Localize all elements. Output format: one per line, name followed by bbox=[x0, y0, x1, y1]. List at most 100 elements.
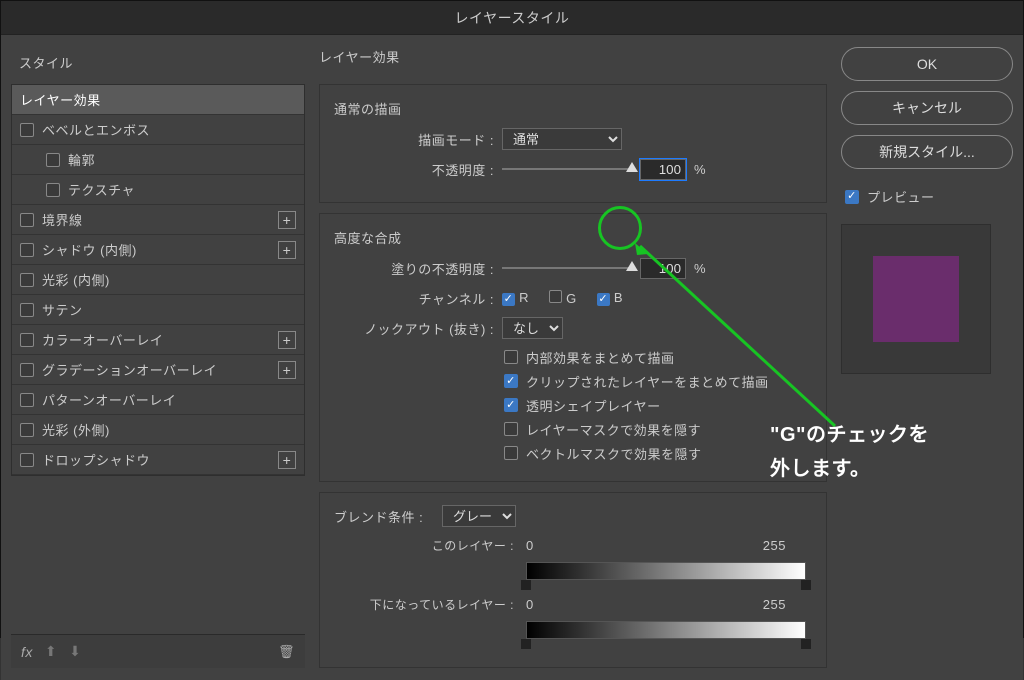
left-column: スタイル レイヤー効果ベベルとエンボス輪郭テクスチャ境界線 + シャドウ (内側) +… bbox=[11, 47, 305, 668]
channel-r-checkbox[interactable] bbox=[502, 293, 515, 306]
blendif-label: ブレンド条件 : bbox=[334, 507, 434, 526]
this-layer-gradient[interactable] bbox=[526, 562, 806, 580]
style-label: シャドウ (内側) bbox=[42, 240, 137, 259]
style-checkbox[interactable] bbox=[20, 243, 34, 257]
style-checkbox[interactable] bbox=[46, 153, 60, 167]
add-effect-button[interactable]: + bbox=[278, 241, 296, 259]
add-effect-button[interactable]: + bbox=[278, 451, 296, 469]
knockout-label: ノックアウト (抜き) : bbox=[334, 319, 494, 338]
add-effect-button[interactable]: + bbox=[278, 211, 296, 229]
preview-label: プレビュー bbox=[867, 187, 935, 206]
under-white-value: 255 bbox=[763, 597, 786, 612]
middle-column: レイヤー効果 通常の描画 描画モード : 通常 不透明度 : % 高度な合成 bbox=[319, 47, 827, 668]
adv5-checkbox[interactable] bbox=[504, 446, 518, 460]
style-row[interactable]: サテン bbox=[12, 295, 304, 325]
channel-g-label: G bbox=[566, 291, 577, 306]
opacity-label: 不透明度 : bbox=[334, 160, 494, 179]
style-row[interactable]: シャドウ (内側) + bbox=[12, 235, 304, 265]
adv5-label: ベクトルマスクで効果を隠す bbox=[526, 444, 702, 463]
this-layer-label: このレイヤー : bbox=[334, 537, 514, 554]
dialog-content: スタイル レイヤー効果ベベルとエンボス輪郭テクスチャ境界線 + シャドウ (内側) +… bbox=[1, 35, 1023, 680]
style-row[interactable]: 境界線 + bbox=[12, 205, 304, 235]
style-checkbox[interactable] bbox=[20, 453, 34, 467]
adv3-checkbox[interactable] bbox=[504, 398, 518, 412]
style-label: 光彩 (内側) bbox=[42, 270, 110, 289]
style-checkbox[interactable] bbox=[20, 213, 34, 227]
preview-row: プレビュー bbox=[841, 187, 1013, 206]
style-label: 境界線 bbox=[42, 210, 83, 229]
new-style-button[interactable]: 新規スタイル... bbox=[841, 135, 1013, 169]
style-row[interactable]: グラデーションオーバーレイ + bbox=[12, 355, 304, 385]
style-row[interactable]: レイヤー効果 bbox=[12, 85, 304, 115]
style-row[interactable]: カラーオーバーレイ + bbox=[12, 325, 304, 355]
adv-check-row: ベクトルマスクで効果を隠す bbox=[334, 441, 812, 465]
under-layer-gradient[interactable] bbox=[526, 621, 806, 639]
style-row[interactable]: ドロップシャドウ+ bbox=[12, 445, 304, 475]
under-layer-markers[interactable] bbox=[526, 639, 806, 651]
styles-list: レイヤー効果ベベルとエンボス輪郭テクスチャ境界線 + シャドウ (内側) + 光彩 (内… bbox=[11, 84, 305, 476]
fill-opacity-slider[interactable] bbox=[502, 263, 632, 273]
adv2-label: クリップされたレイヤーをまとめて描画 bbox=[526, 372, 769, 391]
up-arrow-icon[interactable]: ⬆ bbox=[45, 643, 57, 660]
opacity-slider[interactable] bbox=[502, 164, 632, 174]
adv-check-row: 透明シェイプレイヤー bbox=[334, 393, 812, 417]
layer-style-dialog: レイヤースタイル スタイル レイヤー効果ベベルとエンボス輪郭テクスチャ境界線+シ… bbox=[0, 0, 1024, 638]
preview-checkbox[interactable] bbox=[845, 190, 859, 204]
normal-subheading: 通常の描画 bbox=[334, 99, 812, 118]
style-label: グラデーションオーバーレイ bbox=[42, 360, 217, 379]
under-layer-label: 下になっているレイヤー : bbox=[334, 596, 514, 613]
style-row[interactable]: パターンオーバーレイ bbox=[12, 385, 304, 415]
style-checkbox[interactable] bbox=[20, 393, 34, 407]
style-checkbox[interactable] bbox=[20, 273, 34, 287]
style-checkbox[interactable] bbox=[20, 363, 34, 377]
normal-drawing-section: 通常の描画 描画モード : 通常 不透明度 : % bbox=[319, 84, 827, 203]
style-row[interactable]: テクスチャ bbox=[12, 175, 304, 205]
adv3-label: 透明シェイプレイヤー bbox=[526, 396, 661, 415]
cancel-button[interactable]: キャンセル bbox=[841, 91, 1013, 125]
style-checkbox[interactable] bbox=[46, 183, 60, 197]
channel-r-label: R bbox=[519, 290, 529, 305]
style-row[interactable]: 光彩 (内側) bbox=[12, 265, 304, 295]
knockout-select[interactable]: なし bbox=[502, 317, 563, 339]
ok-button[interactable]: OK bbox=[841, 47, 1013, 81]
fx-icon[interactable]: fx bbox=[21, 644, 33, 660]
down-arrow-icon[interactable]: ⬇ bbox=[69, 643, 81, 660]
adv2-checkbox[interactable] bbox=[504, 374, 518, 388]
channels-label: チャンネル : bbox=[334, 289, 494, 308]
blendif-select[interactable]: グレー bbox=[442, 505, 516, 527]
style-label: テクスチャ bbox=[68, 180, 135, 199]
style-checkbox[interactable] bbox=[20, 333, 34, 347]
channel-g-checkbox[interactable] bbox=[549, 290, 562, 303]
advanced-subheading: 高度な合成 bbox=[334, 228, 812, 247]
style-checkbox[interactable] bbox=[20, 123, 34, 137]
style-row[interactable]: ベベルとエンボス bbox=[12, 115, 304, 145]
right-column: OK キャンセル 新規スタイル... プレビュー bbox=[841, 47, 1013, 668]
blend-mode-select[interactable]: 通常 bbox=[502, 128, 622, 150]
adv-check-row: クリップされたレイヤーをまとめて描画 bbox=[334, 369, 812, 393]
adv-check-row: 内部効果をまとめて描画 bbox=[334, 345, 812, 369]
opacity-unit: % bbox=[694, 162, 706, 177]
style-row[interactable]: 輪郭 bbox=[12, 145, 304, 175]
styles-heading: スタイル bbox=[11, 47, 305, 78]
styles-footer: fx ⬆ ⬇ 🗑 bbox=[11, 634, 305, 668]
style-label: レイヤー効果 bbox=[20, 90, 101, 109]
this-layer-markers[interactable] bbox=[526, 580, 806, 592]
fill-opacity-input[interactable] bbox=[640, 258, 686, 279]
channels-group: R G B bbox=[502, 290, 623, 306]
adv-check-row: レイヤーマスクで効果を隠す bbox=[334, 417, 812, 441]
advanced-blend-section: 高度な合成 塗りの不透明度 : % チャンネル : R G B bbox=[319, 213, 827, 482]
adv1-label: 内部効果をまとめて描画 bbox=[526, 348, 675, 367]
adv4-checkbox[interactable] bbox=[504, 422, 518, 436]
blend-mode-label: 描画モード : bbox=[334, 130, 494, 149]
adv1-checkbox[interactable] bbox=[504, 350, 518, 364]
style-row[interactable]: 光彩 (外側) bbox=[12, 415, 304, 445]
opacity-input[interactable] bbox=[640, 159, 686, 180]
add-effect-button[interactable]: + bbox=[278, 331, 296, 349]
trash-icon[interactable]: 🗑 bbox=[278, 644, 295, 660]
style-checkbox[interactable] bbox=[20, 423, 34, 437]
add-effect-button[interactable]: + bbox=[278, 361, 296, 379]
style-label: ベベルとエンボス bbox=[42, 120, 150, 139]
style-label: カラーオーバーレイ bbox=[42, 330, 163, 349]
style-checkbox[interactable] bbox=[20, 303, 34, 317]
channel-b-checkbox[interactable] bbox=[597, 293, 610, 306]
